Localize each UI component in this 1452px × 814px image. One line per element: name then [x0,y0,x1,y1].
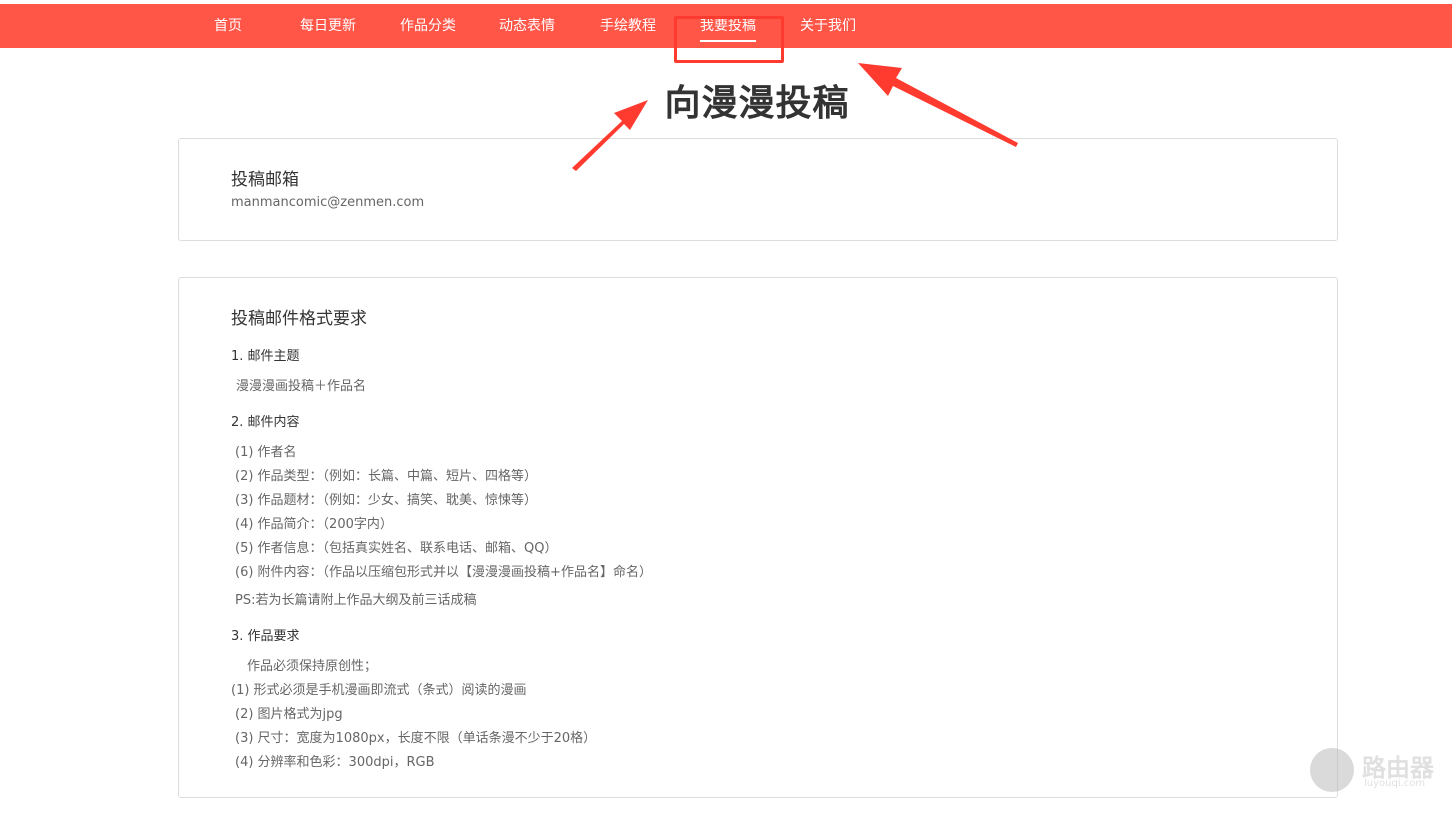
watermark-logo: 路由器 luyouqi.com [1310,748,1440,792]
annotation-arrow-right [858,63,1018,147]
router-icon [1310,748,1354,792]
annotation-arrows [572,63,1018,171]
annotation-arrow-left [572,100,648,171]
watermark-subtext: luyouqi.com [1364,778,1426,789]
